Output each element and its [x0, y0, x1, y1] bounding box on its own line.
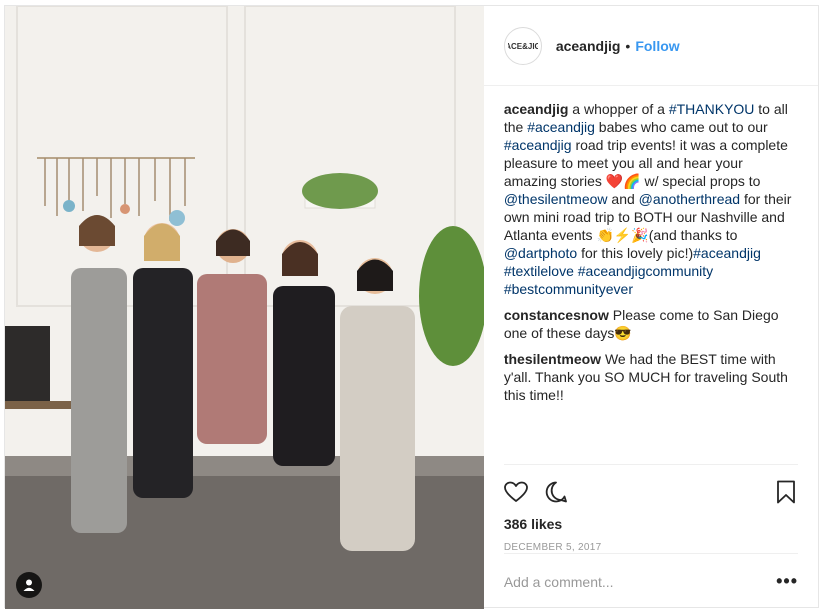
post-sidebar: ACE&JIG aceandjig • Follow aceandjig a w… — [483, 6, 818, 609]
caption-segment: for this lovely pic!) — [577, 245, 694, 261]
caption-link[interactable]: #bestcommunityever — [504, 281, 633, 297]
caption: aceandjig a whopper of a #THANKYOU to al… — [504, 100, 798, 298]
comment-author[interactable]: thesilentmeow — [504, 351, 601, 367]
more-options-icon[interactable]: ••• — [774, 571, 798, 592]
follow-button[interactable]: Follow — [635, 38, 679, 54]
caption-link[interactable]: #aceandjigcommunity — [578, 263, 713, 279]
avatar[interactable]: ACE&JIG — [503, 26, 542, 65]
caption-link[interactable]: #THANKYOU — [669, 101, 755, 117]
action-bar — [503, 464, 798, 510]
comment-bubble-icon[interactable] — [544, 480, 568, 504]
caption-link[interactable]: #aceandjig — [693, 245, 761, 261]
person-tag-icon[interactable] — [16, 572, 42, 598]
caption-segment: and — [607, 191, 639, 207]
post-photo[interactable] — [5, 6, 484, 609]
comment-item: constancesnow Please come to San Diego o… — [504, 306, 798, 342]
group-photo-illustration — [5, 6, 484, 609]
like-count[interactable]: 386 likes — [484, 510, 818, 536]
post-header: ACE&JIG aceandjig • Follow — [483, 6, 818, 86]
caption-link[interactable]: #aceandjig — [527, 119, 595, 135]
header-username[interactable]: aceandjig — [556, 38, 621, 54]
add-comment-bar: ••• — [503, 553, 798, 609]
aceandjig-logo-icon: ACE&JIG — [508, 42, 538, 51]
caption-link[interactable]: @anotherthread — [639, 191, 740, 207]
instagram-post: ACE&JIG aceandjig • Follow aceandjig a w… — [4, 5, 819, 609]
caption-author[interactable]: aceandjig — [504, 101, 569, 117]
caption-link[interactable]: #aceandjig — [504, 137, 572, 153]
comment-author[interactable]: constancesnow — [504, 307, 609, 323]
caption-link[interactable]: @dartphoto — [504, 245, 577, 261]
caption-segment: babes who came out to our — [594, 119, 768, 135]
caption-text: a whopper of a #THANKYOU to all the #ace… — [504, 101, 792, 297]
header-separator: • — [625, 37, 631, 54]
caption-segment: a whopper of a — [568, 101, 669, 117]
caption-link[interactable]: @thesilentmeow — [504, 191, 608, 207]
bookmark-icon[interactable] — [774, 480, 798, 504]
comment-input[interactable] — [503, 573, 774, 590]
comments-list: aceandjig a whopper of a #THANKYOU to al… — [484, 86, 818, 464]
heart-icon[interactable] — [503, 480, 528, 504]
caption-link[interactable]: #textilelove — [504, 263, 574, 279]
comment-item: thesilentmeow We had the BEST time with … — [504, 350, 798, 404]
svg-text:ACE&JIG: ACE&JIG — [508, 42, 538, 51]
